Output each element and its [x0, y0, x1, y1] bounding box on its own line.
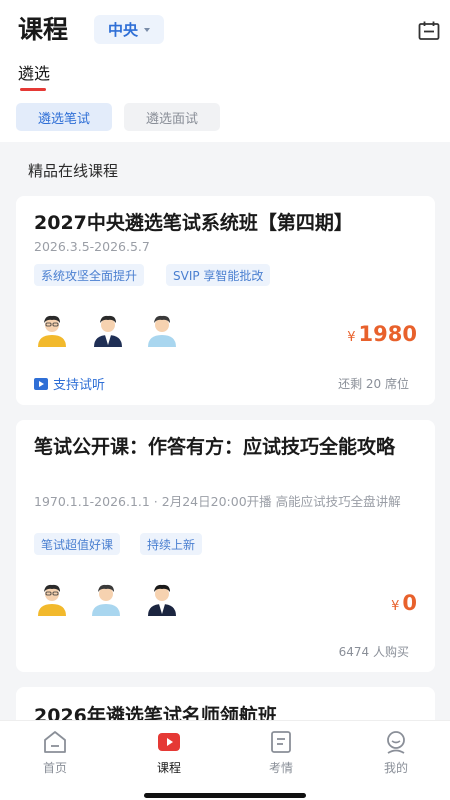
bottom-tab-bar: 首页 课程 考情 我的	[0, 720, 450, 800]
tab-label: 我的	[383, 761, 408, 775]
teacher-avatar	[94, 315, 122, 347]
seats-remaining: 还剩 20 席位	[338, 377, 409, 391]
home-icon	[44, 731, 66, 753]
teacher-avatar	[148, 315, 176, 347]
trial-link[interactable]: 支持试听	[34, 374, 105, 393]
course-card[interactable]: 笔试公开课：作答有方：应试技巧全能攻略 1970.1.1-2026.1.1 · …	[16, 420, 435, 672]
page-title: 课程	[18, 15, 69, 44]
course-title: 笔试公开课：作答有方：应试技巧全能攻略	[34, 436, 396, 458]
course-date: 2026.3.5-2026.5.7	[34, 239, 150, 254]
course-tag: 持续上新	[140, 533, 203, 555]
tab-profile[interactable]: 我的	[366, 729, 426, 776]
tab-home[interactable]: 首页	[25, 729, 85, 776]
chip-interview[interactable]: 遴选面试	[124, 103, 220, 131]
course-tag: 笔试超值好课	[34, 533, 121, 555]
course-title: 2027中央遴选笔试系统班【第四期】	[34, 212, 353, 234]
teacher-avatar	[38, 315, 66, 347]
purchase-count: 6474 人购买	[338, 645, 409, 659]
price-value: 1980	[358, 322, 417, 346]
home-indicator	[144, 793, 306, 798]
teacher-avatar	[38, 584, 66, 616]
tab-label: 课程	[156, 761, 181, 775]
course-price: ¥ 1980	[347, 322, 417, 346]
region-select[interactable]: 中央	[94, 15, 164, 44]
course-tag: SVIP 享智能批改	[166, 264, 271, 286]
tab-label: 考情	[268, 761, 293, 775]
region-label: 中央	[107, 21, 138, 39]
course-card[interactable]: 2027中央遴选笔试系统班【第四期】 2026.3.5-2026.5.7 系统攻…	[16, 196, 435, 405]
play-icon	[34, 377, 48, 390]
price-value: 0	[402, 591, 417, 615]
tab-label: 首页	[42, 761, 67, 775]
tab-course[interactable]: 课程	[139, 729, 199, 776]
profile-icon	[387, 731, 405, 754]
course-tag: 系统攻坚全面提升	[34, 264, 145, 286]
calendar-icon[interactable]	[418, 20, 440, 42]
chip-written-exam[interactable]: 遴选笔试	[16, 103, 112, 131]
trial-label: 支持试听	[53, 378, 106, 393]
tab-exam-info[interactable]: 考情	[251, 729, 311, 776]
section-title: 精品在线课程	[28, 162, 119, 180]
tab-active-indicator	[20, 88, 46, 91]
currency-symbol: ¥	[391, 599, 400, 614]
exam-info-icon	[271, 731, 291, 753]
teacher-avatar	[148, 584, 176, 616]
teacher-avatar	[92, 584, 120, 616]
course-price: ¥ 0	[391, 591, 417, 615]
currency-symbol: ¥	[347, 330, 356, 345]
chevron-down-icon	[144, 27, 150, 32]
header: 课程 中央 遴选 遴选笔试 遴选面试	[0, 0, 450, 142]
tab-selection[interactable]: 遴选	[18, 64, 50, 84]
course-date: 1970.1.1-2026.1.1 · 2月24日20:00开播 高能应试技巧全…	[34, 494, 401, 509]
course-play-icon	[158, 733, 180, 751]
